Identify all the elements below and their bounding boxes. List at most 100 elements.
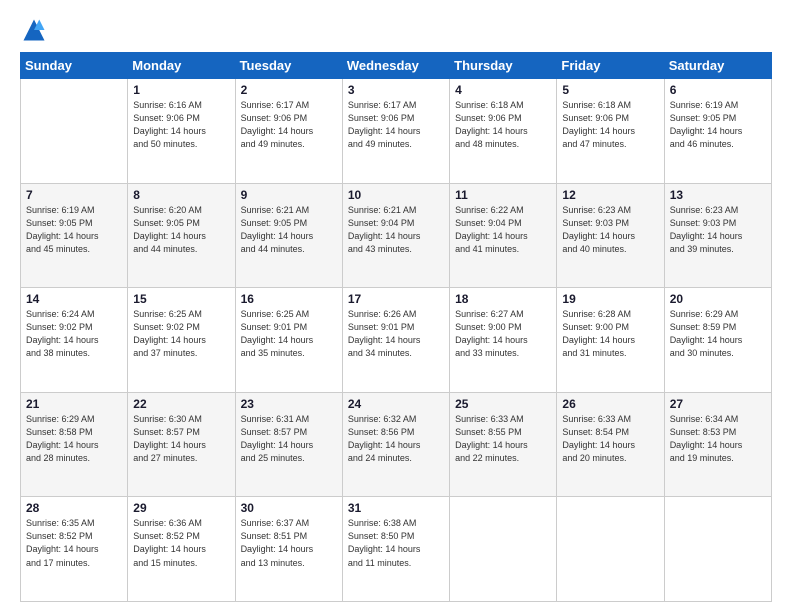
- day-number: 18: [455, 292, 551, 306]
- page: SundayMondayTuesdayWednesdayThursdayFrid…: [0, 0, 792, 612]
- calendar-cell: 27 Sunrise: 6:34 AM Sunset: 8:53 PM Dayli…: [664, 392, 771, 497]
- calendar-cell: 20 Sunrise: 6:29 AM Sunset: 8:59 PM Dayli…: [664, 288, 771, 393]
- weekday-friday: Friday: [557, 53, 664, 79]
- calendar-cell: 17Sunrise: 6:26 AM Sunset: 9:01 PM Dayli…: [342, 288, 449, 393]
- day-info: Sunrise: 6:28 AM Sunset: 9:00 PM Dayligh…: [562, 308, 658, 360]
- day-number: 16: [241, 292, 337, 306]
- day-info: Sunrise: 6:36 AM Sunset: 8:52 PM Dayligh…: [133, 517, 229, 569]
- calendar-cell: [21, 79, 128, 184]
- day-number: 26: [562, 397, 658, 411]
- day-info: Sunrise: 6:21 AM Sunset: 9:04 PM Dayligh…: [348, 204, 444, 256]
- weekday-saturday: Saturday: [664, 53, 771, 79]
- day-info: Sunrise: 6:33 AM Sunset: 8:54 PM Dayligh…: [562, 413, 658, 465]
- calendar-cell: 30Sunrise: 6:37 AM Sunset: 8:51 PM Dayli…: [235, 497, 342, 602]
- day-info: Sunrise: 6:33 AM Sunset: 8:55 PM Dayligh…: [455, 413, 551, 465]
- day-number: 23: [241, 397, 337, 411]
- day-info: Sunrise: 6:19 AM Sunset: 9:05 PM Dayligh…: [26, 204, 122, 256]
- day-info: Sunrise: 6:24 AM Sunset: 9:02 PM Dayligh…: [26, 308, 122, 360]
- calendar-cell: 2 Sunrise: 6:17 AM Sunset: 9:06 PM Daylig…: [235, 79, 342, 184]
- day-number: 14: [26, 292, 122, 306]
- calendar-cell: 18 Sunrise: 6:27 AM Sunset: 9:00 PM Dayli…: [450, 288, 557, 393]
- day-info: Sunrise: 6:23 AM Sunset: 9:03 PM Dayligh…: [670, 204, 766, 256]
- day-info: Sunrise: 6:17 AM Sunset: 9:06 PM Dayligh…: [348, 99, 444, 151]
- day-number: 12: [562, 188, 658, 202]
- day-info: Sunrise: 6:23 AM Sunset: 9:03 PM Dayligh…: [562, 204, 658, 256]
- day-number: 2: [241, 83, 337, 97]
- day-number: 25: [455, 397, 551, 411]
- weekday-tuesday: Tuesday: [235, 53, 342, 79]
- day-info: Sunrise: 6:32 AM Sunset: 8:56 PM Dayligh…: [348, 413, 444, 465]
- day-info: Sunrise: 6:17 AM Sunset: 9:06 PM Dayligh…: [241, 99, 337, 151]
- day-info: Sunrise: 6:27 AM Sunset: 9:00 PM Dayligh…: [455, 308, 551, 360]
- day-info: Sunrise: 6:16 AM Sunset: 9:06 PM Dayligh…: [133, 99, 229, 151]
- calendar-cell: 9 Sunrise: 6:21 AM Sunset: 9:05 PM Daylig…: [235, 183, 342, 288]
- calendar-cell: 29 Sunrise: 6:36 AM Sunset: 8:52 PM Dayli…: [128, 497, 235, 602]
- week-row-0: 1 Sunrise: 6:16 AM Sunset: 9:06 PM Daylig…: [21, 79, 772, 184]
- weekday-sunday: Sunday: [21, 53, 128, 79]
- calendar-cell: [557, 497, 664, 602]
- day-info: Sunrise: 6:38 AM Sunset: 8:50 PM Dayligh…: [348, 517, 444, 569]
- day-number: 6: [670, 83, 766, 97]
- calendar-cell: 4Sunrise: 6:18 AM Sunset: 9:06 PM Daylig…: [450, 79, 557, 184]
- calendar-cell: 1 Sunrise: 6:16 AM Sunset: 9:06 PM Daylig…: [128, 79, 235, 184]
- day-info: Sunrise: 6:19 AM Sunset: 9:05 PM Dayligh…: [670, 99, 766, 151]
- calendar-cell: [664, 497, 771, 602]
- calendar-cell: [450, 497, 557, 602]
- day-number: 10: [348, 188, 444, 202]
- day-info: Sunrise: 6:20 AM Sunset: 9:05 PM Dayligh…: [133, 204, 229, 256]
- day-number: 4: [455, 83, 551, 97]
- weekday-header-row: SundayMondayTuesdayWednesdayThursdayFrid…: [21, 53, 772, 79]
- day-number: 8: [133, 188, 229, 202]
- calendar-cell: 14 Sunrise: 6:24 AM Sunset: 9:02 PM Dayli…: [21, 288, 128, 393]
- day-number: 3: [348, 83, 444, 97]
- day-number: 21: [26, 397, 122, 411]
- week-row-2: 14 Sunrise: 6:24 AM Sunset: 9:02 PM Dayli…: [21, 288, 772, 393]
- calendar-cell: 26 Sunrise: 6:33 AM Sunset: 8:54 PM Dayli…: [557, 392, 664, 497]
- day-number: 29: [133, 501, 229, 515]
- week-row-1: 7 Sunrise: 6:19 AM Sunset: 9:05 PM Daylig…: [21, 183, 772, 288]
- calendar-cell: 23Sunrise: 6:31 AM Sunset: 8:57 PM Dayli…: [235, 392, 342, 497]
- header: [20, 16, 772, 44]
- calendar-cell: 10 Sunrise: 6:21 AM Sunset: 9:04 PM Dayli…: [342, 183, 449, 288]
- day-info: Sunrise: 6:18 AM Sunset: 9:06 PM Dayligh…: [562, 99, 658, 151]
- day-number: 24: [348, 397, 444, 411]
- calendar-cell: 8 Sunrise: 6:20 AM Sunset: 9:05 PM Daylig…: [128, 183, 235, 288]
- day-info: Sunrise: 6:29 AM Sunset: 8:59 PM Dayligh…: [670, 308, 766, 360]
- calendar-cell: 11 Sunrise: 6:22 AM Sunset: 9:04 PM Dayli…: [450, 183, 557, 288]
- calendar-cell: 16 Sunrise: 6:25 AM Sunset: 9:01 PM Dayli…: [235, 288, 342, 393]
- day-info: Sunrise: 6:25 AM Sunset: 9:02 PM Dayligh…: [133, 308, 229, 360]
- calendar-cell: 31 Sunrise: 6:38 AM Sunset: 8:50 PM Dayli…: [342, 497, 449, 602]
- day-number: 9: [241, 188, 337, 202]
- calendar-cell: 6 Sunrise: 6:19 AM Sunset: 9:05 PM Daylig…: [664, 79, 771, 184]
- day-number: 30: [241, 501, 337, 515]
- day-number: 20: [670, 292, 766, 306]
- day-info: Sunrise: 6:30 AM Sunset: 8:57 PM Dayligh…: [133, 413, 229, 465]
- day-number: 5: [562, 83, 658, 97]
- day-info: Sunrise: 6:22 AM Sunset: 9:04 PM Dayligh…: [455, 204, 551, 256]
- day-number: 15: [133, 292, 229, 306]
- calendar-cell: 3 Sunrise: 6:17 AM Sunset: 9:06 PM Daylig…: [342, 79, 449, 184]
- calendar-cell: 7 Sunrise: 6:19 AM Sunset: 9:05 PM Daylig…: [21, 183, 128, 288]
- logo: [20, 16, 52, 44]
- day-number: 27: [670, 397, 766, 411]
- day-number: 31: [348, 501, 444, 515]
- day-info: Sunrise: 6:25 AM Sunset: 9:01 PM Dayligh…: [241, 308, 337, 360]
- calendar-cell: 15 Sunrise: 6:25 AM Sunset: 9:02 PM Dayli…: [128, 288, 235, 393]
- day-number: 19: [562, 292, 658, 306]
- calendar-cell: 13Sunrise: 6:23 AM Sunset: 9:03 PM Dayli…: [664, 183, 771, 288]
- day-info: Sunrise: 6:21 AM Sunset: 9:05 PM Dayligh…: [241, 204, 337, 256]
- day-number: 7: [26, 188, 122, 202]
- day-number: 1: [133, 83, 229, 97]
- weekday-thursday: Thursday: [450, 53, 557, 79]
- day-info: Sunrise: 6:34 AM Sunset: 8:53 PM Dayligh…: [670, 413, 766, 465]
- week-row-3: 21 Sunrise: 6:29 AM Sunset: 8:58 PM Dayli…: [21, 392, 772, 497]
- calendar-cell: 19 Sunrise: 6:28 AM Sunset: 9:00 PM Dayli…: [557, 288, 664, 393]
- day-info: Sunrise: 6:29 AM Sunset: 8:58 PM Dayligh…: [26, 413, 122, 465]
- day-number: 28: [26, 501, 122, 515]
- calendar-cell: 5 Sunrise: 6:18 AM Sunset: 9:06 PM Daylig…: [557, 79, 664, 184]
- day-number: 11: [455, 188, 551, 202]
- calendar-cell: 22 Sunrise: 6:30 AM Sunset: 8:57 PM Dayli…: [128, 392, 235, 497]
- calendar-cell: 24 Sunrise: 6:32 AM Sunset: 8:56 PM Dayli…: [342, 392, 449, 497]
- calendar-table: SundayMondayTuesdayWednesdayThursdayFrid…: [20, 52, 772, 602]
- day-number: 22: [133, 397, 229, 411]
